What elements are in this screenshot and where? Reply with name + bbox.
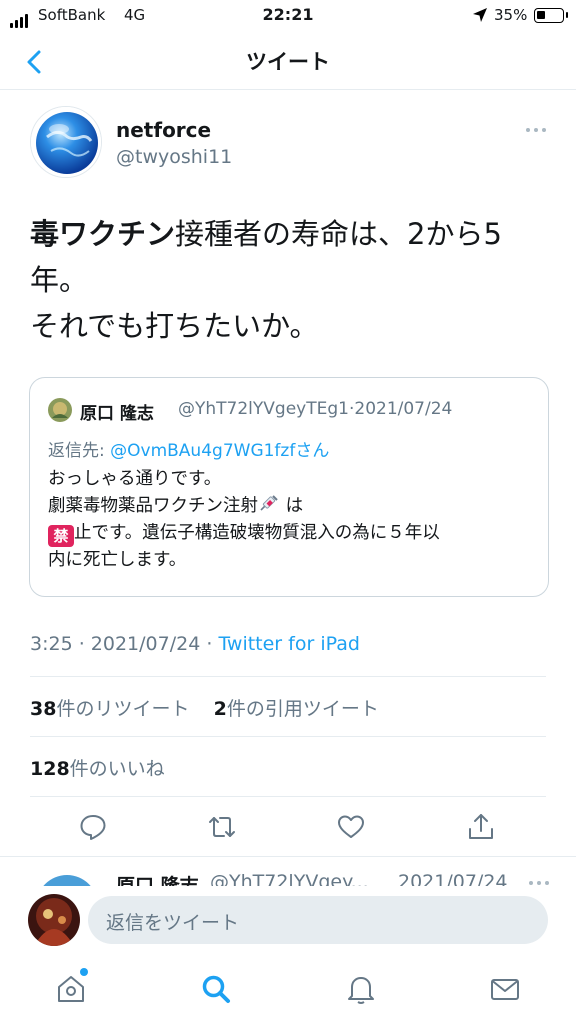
notification-dot <box>80 968 88 976</box>
quotes-link[interactable]: 2件の引用ツイート <box>214 698 379 720</box>
author-avatar[interactable] <box>30 106 102 178</box>
quoted-line3: 止です。遺伝子構造破壊物質混入の為に５年以 <box>74 523 440 543</box>
retweets-count: 38 <box>30 698 57 720</box>
nav-header: ツイート <box>0 34 576 90</box>
quoted-text: おっしゃる通りです。 劇薬毒物薬品ワクチン注射 は 禁止です。遺伝子構造破壊物質… <box>48 466 543 574</box>
search-icon[interactable] <box>199 972 233 1006</box>
more-options-icon[interactable] <box>524 120 548 140</box>
status-bar: SoftBank 4G 22:21 35% <box>0 0 576 34</box>
quotes-label: 件の引用ツイート <box>226 698 379 720</box>
author-handle[interactable]: @twyoshi11 <box>116 146 232 168</box>
quotes-count: 2 <box>213 698 227 720</box>
tweet-actions <box>0 812 576 842</box>
reply-author-avatar <box>36 875 98 886</box>
tweet-text-line1: 接種者の寿命は、2から5 <box>175 217 502 251</box>
reply-tweet-preview[interactable]: 原口 隆志 @YhT72lYVgey... 2021/07/24 <box>0 856 576 886</box>
battery-percent: 35% <box>494 6 528 24</box>
prohibited-icon: 禁 <box>48 525 74 547</box>
quoted-line2-suffix: は <box>280 496 304 516</box>
tweet-text-bold: 毒ワクチン <box>30 217 176 251</box>
likes-link[interactable]: 128件のいいね <box>30 754 165 781</box>
tweet-text-line2: 年。 <box>30 263 89 297</box>
tweet-time: 3:25 <box>30 633 73 655</box>
divider <box>30 676 546 677</box>
engagement-row: 38件のリツイート 2件の引用ツイート <box>30 694 379 721</box>
reply-composer: 返信をツイート <box>0 886 576 954</box>
retweet-icon[interactable] <box>207 812 237 842</box>
reply-date: 2021/07/24 <box>398 871 508 886</box>
divider <box>30 736 546 737</box>
retweets-label: 件のリツイート <box>56 698 190 720</box>
quoted-line2: 劇薬毒物薬品ワクチン注射 は <box>48 493 543 520</box>
tab-bar <box>0 960 576 1024</box>
author-name[interactable]: netforce <box>116 118 211 142</box>
reply-to-suffix: さん <box>295 441 330 461</box>
quoted-meta: @YhT72lYVgeyTEg1·2021/07/24 <box>178 399 452 419</box>
quoted-author-handle: @YhT72lYVgeyTEg1 <box>178 399 349 419</box>
mail-icon[interactable] <box>488 972 522 1006</box>
meta-separator: · <box>72 633 91 655</box>
tweet-date: 2021/07/24 <box>90 633 201 655</box>
location-arrow-icon <box>473 8 487 22</box>
tweet-source-link[interactable]: Twitter for iPad <box>218 633 359 655</box>
divider <box>30 796 546 797</box>
quoted-author-name: 原口 隆志 <box>80 404 154 424</box>
quoted-line4: 内に死亡します。 <box>48 550 187 570</box>
heart-icon[interactable] <box>336 812 366 842</box>
quoted-date: 2021/07/24 <box>354 399 453 419</box>
quoted-line2-text: 劇薬毒物薬品ワクチン注射 <box>48 496 258 516</box>
home-icon[interactable] <box>54 972 88 1006</box>
clock: 22:21 <box>262 5 314 24</box>
meta-separator: · <box>200 633 219 655</box>
tweet-meta: 3:25 · 2021/07/24 · Twitter for iPad <box>30 633 360 655</box>
reply-to-link[interactable]: @OvmBAu4g7WG1fzfさん <box>110 441 329 461</box>
battery-icon <box>534 8 568 23</box>
reply-to-prefix: 返信先: <box>48 441 111 461</box>
quoted-author-avatar <box>48 398 72 422</box>
reply-icon[interactable] <box>78 812 108 842</box>
bell-icon[interactable] <box>344 972 378 1006</box>
reply-to-line: 返信先: @OvmBAu4g7WG1fzfさん <box>48 436 329 461</box>
more-options-icon[interactable] <box>528 879 550 886</box>
likes-count: 128 <box>30 758 70 780</box>
quoted-tweet[interactable]: 原口 隆志 @YhT72lYVgeyTEg1·2021/07/24 返信先: @… <box>29 377 549 597</box>
syringe-icon <box>260 495 278 511</box>
reply-author-name: 原口 隆志 <box>116 875 199 886</box>
likes-label: 件のいいね <box>69 758 165 780</box>
reply-author-handle: @YhT72lYVgey... <box>210 871 369 886</box>
share-icon[interactable] <box>466 812 496 842</box>
my-avatar[interactable] <box>28 894 80 946</box>
globe-icon <box>31 107 101 177</box>
tweet-text-line3: それでも打ちたいか。 <box>30 309 319 343</box>
quoted-line1: おっしゃる通りです。 <box>48 469 222 489</box>
reply-input[interactable]: 返信をツイート <box>88 896 548 944</box>
retweets-link[interactable]: 38件のリツイート <box>30 698 189 720</box>
reply-to-handle: @OvmBAu4g7WG1fzf <box>110 441 296 461</box>
page-title: ツイート <box>246 50 330 74</box>
tweet-text: 毒ワクチン接種者の寿命は、2から5 年。 それでも打ちたいか。 <box>30 211 550 349</box>
